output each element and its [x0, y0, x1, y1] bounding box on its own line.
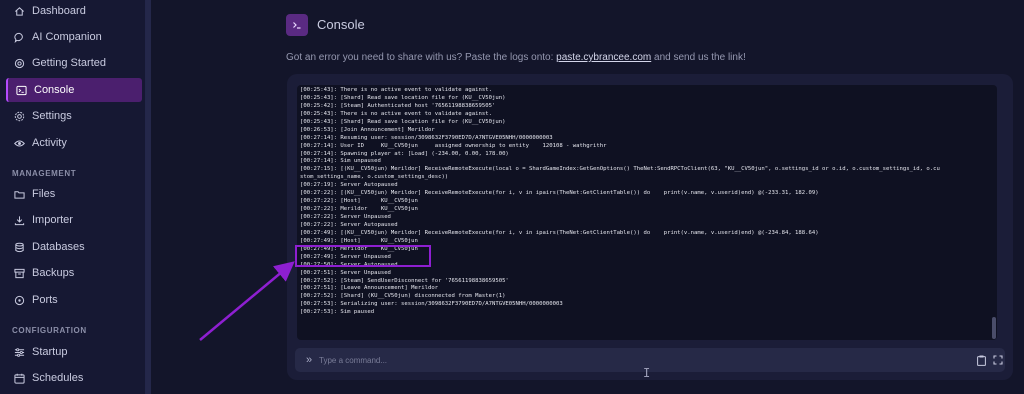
sidebar-item-settings[interactable]: Settings — [6, 104, 142, 128]
sidebar-item-getting-started[interactable]: Getting Started — [6, 51, 142, 75]
sidebar-item-label: Getting Started — [32, 57, 106, 69]
log-line: stom_settings_name, o.custom_settings_de… — [300, 174, 449, 181]
sidebar-item-label: Importer — [32, 214, 73, 226]
lifebuoy-icon — [14, 58, 25, 69]
sidebar-item-console[interactable]: Console — [6, 78, 142, 102]
terminal-icon — [286, 14, 308, 36]
sidebar-item-label: Dashboard — [32, 5, 86, 17]
log-line: [00:27:22]: Server Autopaused — [300, 221, 398, 228]
log-line: [00:27:49]: [(KU__CV50jun) Merildor] Rec… — [300, 229, 819, 236]
log-line: [00:26:53]: [Join Announcement] Merildor — [300, 126, 435, 133]
log-line: [00:25:43]: [Shard] Read save location f… — [300, 118, 506, 125]
sidebar-divider — [146, 0, 151, 394]
help-text-after: and send us the link! — [651, 52, 746, 63]
log-line: [00:27:22]: Merildor KU__CV50jun — [300, 206, 418, 213]
log-line: [00:27:14]: Resuming user: session/30986… — [300, 134, 553, 141]
sidebar-item-label: Startup — [32, 346, 68, 358]
paste-link[interactable]: paste.cybrancee.com — [556, 52, 651, 63]
log-line: [00:25:43]: There is no active event to … — [300, 110, 492, 117]
sidebar-item-label: Schedules — [32, 372, 84, 384]
sidebar-item-label: Activity — [32, 137, 67, 149]
folder-icon — [14, 189, 25, 200]
archive-icon — [14, 268, 25, 279]
sidebar-item-backups[interactable]: Backups — [6, 261, 142, 285]
console-help-text: Got an error you need to share with us? … — [286, 52, 746, 63]
gear-icon — [14, 111, 25, 122]
log-line: [00:27:53]: Serializing user: session/30… — [300, 301, 563, 308]
log-line: [00:27:14]: User ID KU__CV50jun assigned… — [300, 142, 607, 149]
eye-icon — [14, 138, 25, 149]
log-line: [00:27:51]: [Leave Announcement] Merildo… — [300, 285, 439, 292]
sidebar-item-label: Databases — [32, 241, 85, 253]
log-line: [00:27:22]: [Host] KU__CV50jun — [300, 198, 418, 205]
chevron-right-icon: » — [306, 354, 313, 366]
log-line: [00:27:22]: Server Unpaused — [300, 214, 391, 220]
sidebar-item-label: AI Companion — [32, 31, 102, 43]
log-line: [00:27:50]: Server Autopaused — [300, 261, 398, 268]
sidebar-item-label: Settings — [32, 110, 72, 122]
sidebar-item-dashboard[interactable]: Dashboard — [6, 0, 142, 23]
sidebar: Dashboard AI Companion Getting Started C… — [0, 0, 146, 394]
log-line: [00:27:19]: Server Autopaused — [300, 182, 398, 189]
log-line: [00:27:49]: Server Unpaused — [300, 253, 391, 260]
log-line: [00:27:53]: Sim paused — [300, 309, 375, 316]
house-icon — [14, 6, 25, 17]
log-line: [00:27:49]: Merildor KU__CV50jun — [300, 245, 418, 252]
sidebar-item-databases[interactable]: Databases — [6, 235, 142, 259]
log-line: [00:27:14]: Sim unpaused — [300, 158, 381, 165]
log-line: [00:25:43]: [Shard] Read save location f… — [300, 94, 506, 101]
download-icon — [14, 215, 25, 226]
log-line: [00:27:14]: Spawning player at: [Load] (… — [300, 150, 509, 157]
log-line: [00:27:22]: [(KU__CV50jun) Merildor] Rec… — [300, 190, 819, 197]
console-scrollbar[interactable] — [992, 317, 996, 339]
help-text-before: Got an error you need to share with us? … — [286, 52, 557, 63]
chat-bubble-icon — [14, 32, 25, 43]
terminal-icon — [16, 85, 27, 96]
section-title-configuration: CONFIGURATION — [12, 326, 87, 335]
calendar-icon — [14, 373, 25, 384]
expand-icon[interactable] — [992, 354, 1003, 366]
sidebar-item-importer[interactable]: Importer — [6, 208, 142, 232]
sliders-icon — [14, 347, 25, 358]
console-panel: [00:25:43]: There is no active event to … — [287, 74, 1013, 380]
console-log[interactable]: [00:25:43]: There is no active event to … — [297, 85, 997, 340]
clipboard-icon[interactable] — [976, 354, 987, 366]
log-line: [00:25:42]: [Steam] Authenticated host '… — [300, 102, 496, 109]
sidebar-item-startup[interactable]: Startup — [6, 340, 142, 364]
sidebar-item-ports[interactable]: Ports — [6, 288, 142, 312]
section-title-management: MANAGEMENT — [12, 169, 77, 178]
sidebar-item-files[interactable]: Files — [6, 182, 142, 206]
network-icon — [14, 295, 25, 306]
text-cursor-icon: I — [643, 366, 651, 380]
log-line: [00:27:52]: [Shard] (KU__CV50jun) discon… — [300, 293, 506, 300]
log-line: [00:25:43]: There is no active event to … — [300, 87, 492, 93]
command-input[interactable] — [319, 352, 919, 368]
log-line: [00:27:49]: [Host] KU__CV50jun — [300, 237, 418, 244]
sidebar-item-label: Console — [34, 84, 75, 96]
sidebar-item-label: Files — [32, 188, 56, 200]
sidebar-item-activity[interactable]: Activity — [6, 131, 142, 155]
sidebar-item-schedules[interactable]: Schedules — [6, 366, 142, 390]
sidebar-item-ai-companion[interactable]: AI Companion — [6, 25, 142, 49]
sidebar-item-label: Ports — [32, 294, 58, 306]
page-title: Console — [317, 17, 365, 32]
sidebar-item-label: Backups — [32, 267, 75, 279]
log-line: [00:27:51]: Server Unpaused — [300, 269, 391, 276]
log-line: [00:27:15]: [(KU__CV50jun) Merildor] Rec… — [300, 166, 940, 173]
log-line: [00:27:52]: [Steam] SendUserDisconnect f… — [300, 277, 509, 284]
database-icon — [14, 242, 25, 253]
